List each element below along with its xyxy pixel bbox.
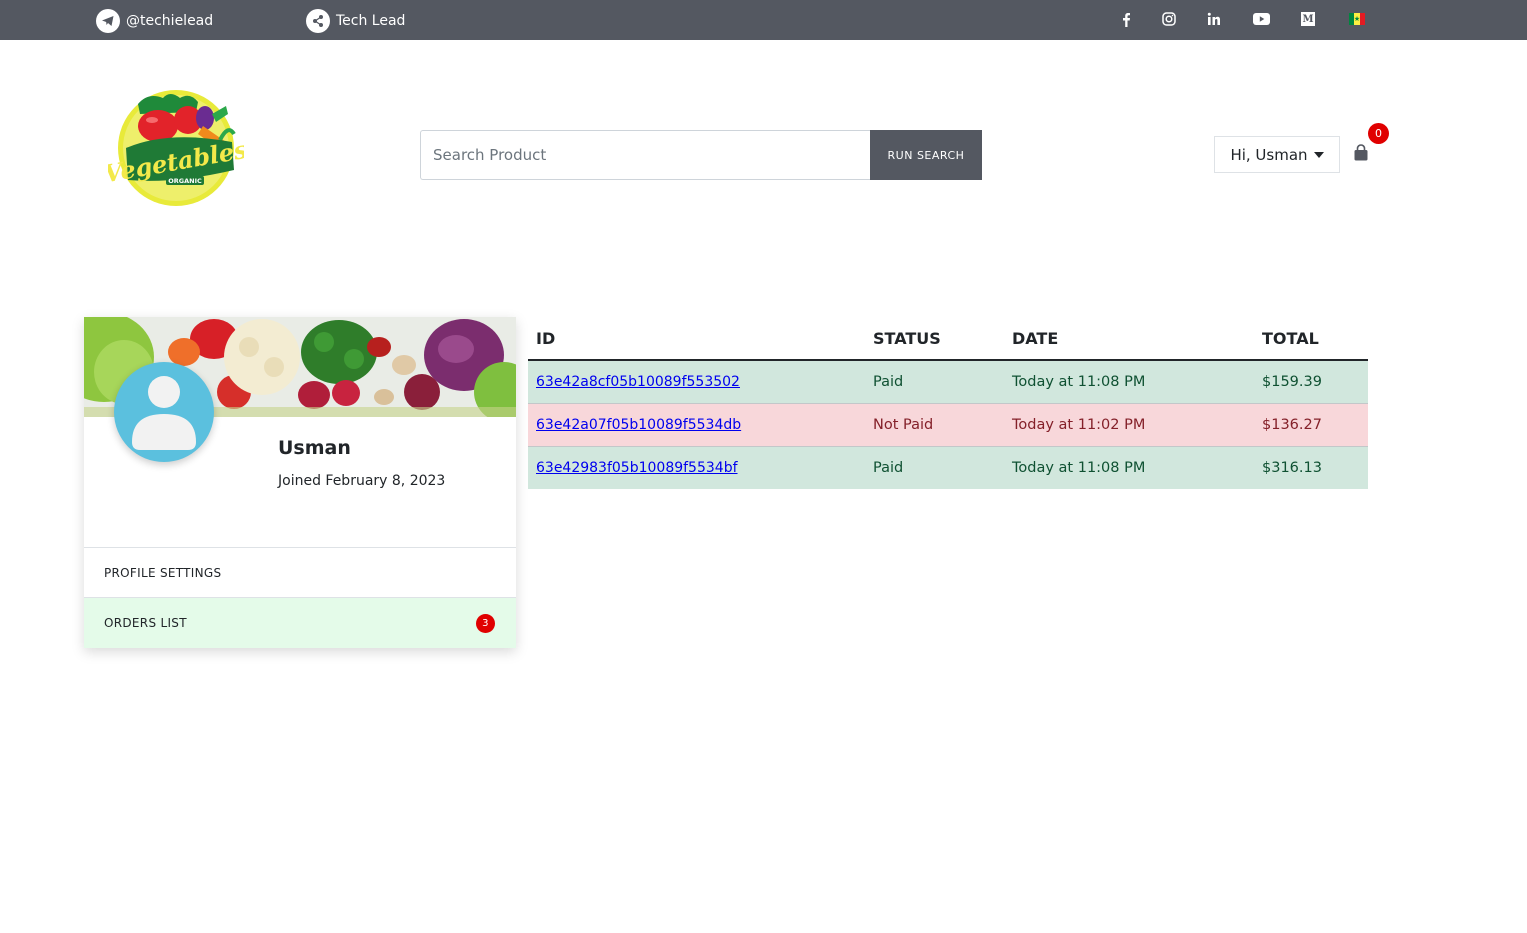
language-flag-icon[interactable]: ★ (1346, 8, 1368, 30)
order-total: $159.39 (1254, 359, 1368, 403)
orders-table: ID STATUS DATE TOTAL 63e42a8cf05b10089f5… (528, 317, 1368, 489)
joined-date: Joined February 8, 2023 (278, 473, 446, 489)
medium-icon[interactable]: M (1297, 8, 1319, 30)
column-header-id: ID (528, 317, 865, 361)
order-id-cell: 63e42a8cf05b10089f553502 (528, 359, 865, 403)
column-header-status: STATUS (865, 317, 1004, 361)
share-icon (306, 9, 330, 33)
order-status: Paid (865, 359, 1004, 403)
table-row: 63e42a8cf05b10089f553502 Paid Today at 1… (528, 359, 1368, 403)
telegram-handle: @techielead (126, 13, 214, 29)
facebook-icon[interactable] (1115, 8, 1137, 30)
profile-name: Usman (278, 437, 351, 459)
avatar (114, 362, 214, 462)
order-status: Not Paid (865, 402, 1004, 446)
profile-settings-link[interactable]: PROFILE SETTINGS (84, 547, 516, 597)
telegram-icon (96, 9, 120, 33)
top-bar: @techielead Tech Lead M ★ (0, 0, 1527, 40)
order-id-link[interactable]: 63e42a07f05b10089f5534db (536, 417, 741, 433)
order-date: Today at 11:02 PM (1004, 402, 1254, 446)
order-id-link[interactable]: 63e42a8cf05b10089f553502 (536, 374, 740, 390)
orders-list-link[interactable]: ORDERS LIST 3 (84, 597, 516, 648)
column-header-total: TOTAL (1254, 317, 1368, 361)
profile-card: Usman Joined February 8, 2023 PROFILE SE… (84, 317, 516, 648)
order-total: $316.13 (1254, 445, 1368, 489)
column-header-date: DATE (1004, 317, 1254, 361)
order-total: $136.27 (1254, 402, 1368, 446)
order-id-link[interactable]: 63e42983f05b10089f5534bf (536, 460, 738, 476)
share-label: Tech Lead (336, 13, 406, 29)
table-header-row: ID STATUS DATE TOTAL (528, 317, 1368, 361)
senegal-flag: ★ (1349, 13, 1365, 25)
instagram-icon[interactable] (1158, 8, 1180, 30)
table-row: 63e42983f05b10089f5534bf Paid Today at 1… (528, 445, 1368, 489)
caret-down-icon (1313, 151, 1324, 158)
orders-list-label: ORDERS LIST (104, 616, 187, 630)
search-input[interactable] (420, 130, 870, 180)
search-bar: RUN SEARCH (420, 130, 982, 180)
order-status: Paid (865, 445, 1004, 489)
orders-count-badge: 3 (476, 614, 495, 633)
cart-count-badge: 0 (1368, 123, 1389, 144)
youtube-icon[interactable] (1250, 8, 1272, 30)
user-greeting: Hi, Usman (1230, 145, 1308, 164)
order-id-cell: 63e42983f05b10089f5534bf (528, 445, 865, 489)
table-row: 63e42a07f05b10089f5534db Not Paid Today … (528, 402, 1368, 446)
order-id-cell: 63e42a07f05b10089f5534db (528, 402, 865, 446)
profile-settings-label: PROFILE SETTINGS (104, 565, 222, 580)
telegram-contact[interactable]: @techielead (96, 9, 213, 33)
shopping-bag-icon[interactable] (1352, 144, 1372, 164)
site-logo[interactable]: Vegetables ORGANIC (102, 84, 250, 210)
order-date: Today at 11:08 PM (1004, 359, 1254, 403)
user-menu-button[interactable]: Hi, Usman (1214, 136, 1340, 173)
share-contact[interactable]: Tech Lead (306, 9, 405, 33)
linkedin-icon[interactable] (1203, 8, 1225, 30)
order-date: Today at 11:08 PM (1004, 445, 1254, 489)
logo-subtext: ORGANIC (168, 177, 202, 185)
run-search-button[interactable]: RUN SEARCH (870, 130, 982, 180)
medium-letter: M (1301, 12, 1315, 26)
